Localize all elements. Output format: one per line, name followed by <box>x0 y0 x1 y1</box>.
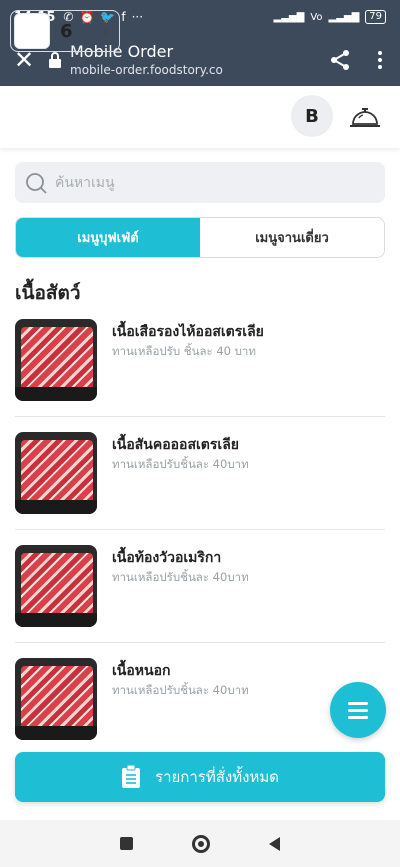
more-dots-icon: ··· <box>131 10 144 24</box>
item-description: ทานเหลือปรับ ชิ้นละ 40 บาท <box>112 344 256 358</box>
share-icon[interactable] <box>320 49 360 71</box>
signal-icon: ▂▃▅▇ <box>328 11 360 23</box>
item-name: เนื้อสันคอออสเตรเลีย <box>112 437 239 453</box>
list-item[interactable]: เนื้อท้องวัวอเมริกา ทานเหลือปรับชิ้นละ 4… <box>15 545 385 645</box>
order-list-button[interactable]: รายการที่สั่งทั้งหมด <box>15 752 385 802</box>
avatar[interactable]: B <box>291 95 333 137</box>
order-list-label: รายการที่สั่งทั้งหมด <box>155 768 279 786</box>
tab-buffet-menu[interactable]: เมนูบุฟเฟ่ต์ <box>16 218 200 257</box>
volte-icon: Vo <box>310 11 323 23</box>
search-icon <box>26 172 47 194</box>
list-item[interactable]: เนื้อเสือรองไห้ออสเตรเลีย ทานเหลือปรับ ช… <box>15 319 385 419</box>
list-item[interactable]: เนื้อสันคอออสเตรเลีย ทานเหลือปรับชิ้นละ … <box>15 432 385 532</box>
item-name: เนื้อเสือรองไห้ออสเตรเลีย <box>112 324 264 340</box>
item-name: เนื้อท้องวัวอเมริกา <box>112 550 222 566</box>
tab-single-dish-menu[interactable]: เมนูจานเดี่ยว <box>200 218 384 257</box>
item-description: ทานเหลือปรับชิ้นละ 40บาท <box>112 683 249 697</box>
clipboard-icon <box>122 765 141 788</box>
item-image <box>15 432 97 514</box>
search-input[interactable] <box>55 174 355 191</box>
chevron-right-icon: › <box>102 21 109 41</box>
lock-icon <box>49 52 61 68</box>
signal-icon: ▂▃▅▇ <box>273 11 305 23</box>
recent-apps-icon[interactable] <box>119 837 133 850</box>
category-menu-button[interactable] <box>330 682 386 738</box>
search-bar <box>15 162 385 203</box>
app-header <box>0 86 400 148</box>
item-name: เนื้อหนอก <box>112 663 171 679</box>
table-selector[interactable]: 6 › <box>10 10 120 52</box>
battery-icon: 79 <box>365 10 386 24</box>
table-icon <box>14 13 50 49</box>
divider <box>15 642 385 643</box>
table-number: 6 <box>60 20 73 42</box>
item-image <box>15 545 97 627</box>
divider <box>15 416 385 417</box>
item-image <box>15 658 97 740</box>
back-icon[interactable] <box>269 836 281 851</box>
home-icon[interactable] <box>191 834 210 853</box>
divider <box>15 529 385 530</box>
item-description: ทานเหลือปรับชิ้นละ 40บาท <box>112 457 249 471</box>
item-image <box>15 319 97 401</box>
category-title: เนื้อสัตว์ <box>15 282 81 304</box>
menu-tabs: เมนูบุฟเฟ่ต์ เมนูจานเดี่ยว <box>15 217 385 258</box>
system-nav-bar <box>0 820 400 867</box>
facebook-icon: f <box>121 10 126 24</box>
item-description: ทานเหลือปรับชิ้นละ 40บาท <box>112 570 249 584</box>
service-bell-icon[interactable] <box>348 100 382 132</box>
menu-icon <box>348 701 368 705</box>
browser-url: mobile-order.foodstory.co <box>70 63 223 77</box>
more-options-icon[interactable] <box>360 51 400 69</box>
